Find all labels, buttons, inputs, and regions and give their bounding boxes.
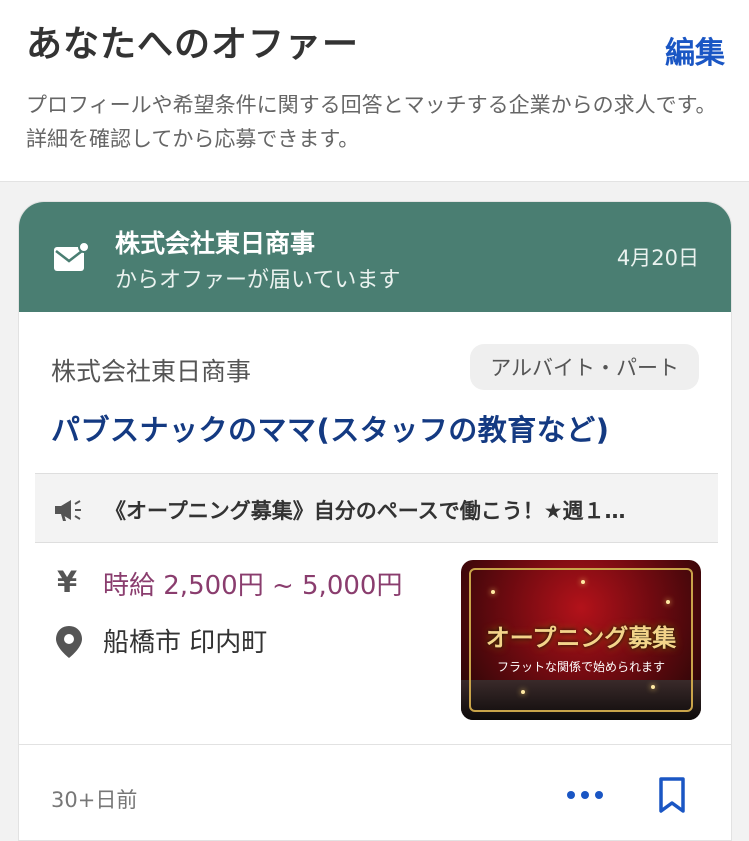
offer-company-name: 株式会社東日商事 xyxy=(115,229,316,258)
offer-card[interactable]: 株式会社東日商事 からオファーが届いています 4月20日 株式会社東日商事 アル… xyxy=(18,201,732,841)
thumbnail-subtitle: フラットな関係で始められます xyxy=(496,660,665,674)
sparkle xyxy=(581,580,585,584)
page-description: プロフィールや希望条件に関する回答とマッチする企業からの求人です。詳細を確認して… xyxy=(26,93,717,151)
location-pin-icon xyxy=(56,626,82,658)
page-header: あなたへのオファー 編集 プロフィールや希望条件に関する回答とマッチする企業から… xyxy=(0,0,749,182)
yen-icon: ¥ xyxy=(57,565,78,599)
sparkle xyxy=(666,600,670,604)
location-text: 船橋市 印内町 xyxy=(103,628,268,658)
offer-message: からオファーが届いています xyxy=(115,268,401,293)
catch-copy-text: 《オープニング募集》自分のペースで働こう！★週１… xyxy=(105,499,626,523)
posted-time: 30+日前 xyxy=(51,788,138,812)
sparkle xyxy=(491,590,495,594)
divider xyxy=(19,744,731,745)
mail-icon xyxy=(54,241,89,271)
offer-card-header: 株式会社東日商事 からオファーが届いています 4月20日 xyxy=(19,202,731,312)
thumbnail-title: オープニング募集 xyxy=(485,623,677,652)
edit-button[interactable]: 編集 xyxy=(665,28,725,72)
job-type-badge: アルバイト・パート xyxy=(470,344,699,390)
page-title: あなたへのオファー xyxy=(26,24,360,65)
job-title-link[interactable]: パブスナックのママ(スタッフの教育など) xyxy=(51,407,610,449)
megaphone-icon xyxy=(55,500,81,521)
job-company: 株式会社東日商事 xyxy=(51,357,252,386)
job-thumbnail[interactable]: オープニング募集 フラットな関係で始められます xyxy=(461,560,701,720)
sparkle xyxy=(651,685,655,689)
more-icon[interactable] xyxy=(565,788,605,802)
catch-copy-bar: 《オープニング募集》自分のペースで働こう！★週１… xyxy=(35,473,718,543)
sparkle xyxy=(521,690,525,694)
salary-text: 時給 2,500円 ~ 5,000円 xyxy=(103,571,403,601)
bookmark-icon[interactable] xyxy=(657,776,687,814)
offer-date: 4月20日 xyxy=(616,246,699,270)
